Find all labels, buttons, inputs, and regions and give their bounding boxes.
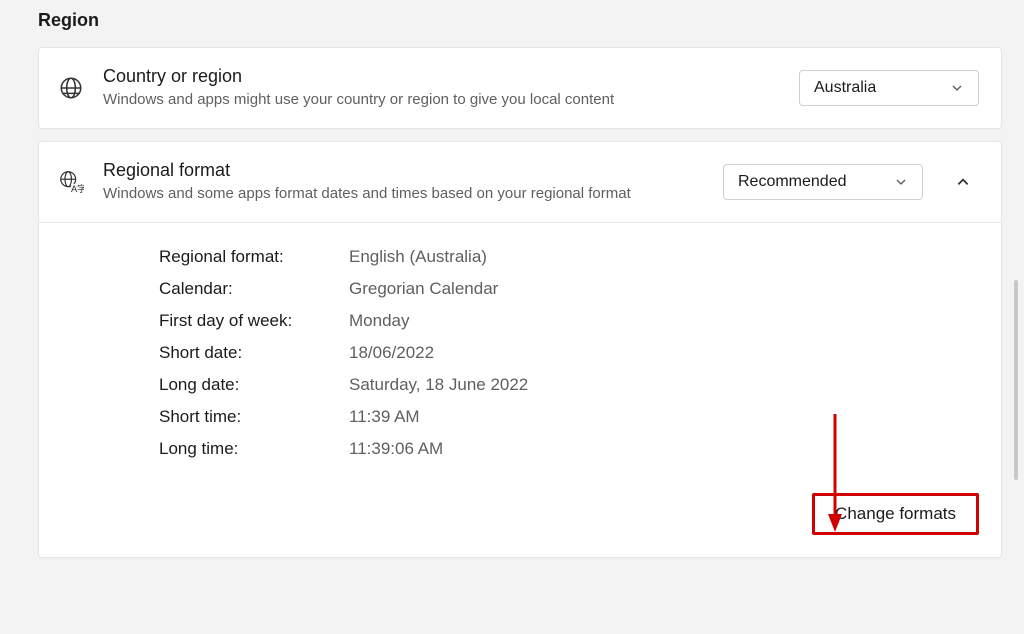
chevron-up-icon	[956, 175, 970, 189]
country-dropdown-value: Australia	[814, 79, 876, 97]
change-formats-row: Change formats	[159, 493, 979, 535]
regional-format-desc: Windows and some apps format dates and t…	[103, 183, 663, 204]
country-region-card: Country or region Windows and apps might…	[38, 47, 1002, 129]
country-dropdown[interactable]: Australia	[799, 70, 979, 106]
detail-label: Long time:	[159, 439, 349, 459]
detail-first-day: First day of week: Monday	[159, 311, 979, 331]
globe-language-icon: A字	[57, 168, 85, 196]
country-region-row: Country or region Windows and apps might…	[39, 48, 1001, 128]
detail-label: Regional format:	[159, 247, 349, 267]
detail-value: 18/06/2022	[349, 343, 434, 363]
regional-format-text: Regional format Windows and some apps fo…	[103, 160, 705, 204]
detail-value: 11:39:06 AM	[349, 439, 443, 459]
scrollbar[interactable]	[1014, 280, 1018, 480]
chevron-down-icon	[950, 81, 964, 95]
detail-value: Monday	[349, 311, 409, 331]
collapse-button[interactable]	[947, 166, 979, 198]
detail-calendar: Calendar: Gregorian Calendar	[159, 279, 979, 299]
detail-value: English (Australia)	[349, 247, 487, 267]
regional-format-dropdown[interactable]: Recommended	[723, 164, 923, 200]
detail-value: 11:39 AM	[349, 407, 420, 427]
detail-value: Saturday, 18 June 2022	[349, 375, 528, 395]
detail-label: Short time:	[159, 407, 349, 427]
globe-icon	[57, 74, 85, 102]
country-region-text: Country or region Windows and apps might…	[103, 66, 781, 110]
detail-label: Short date:	[159, 343, 349, 363]
section-title: Region	[38, 10, 1002, 31]
detail-label: Long date:	[159, 375, 349, 395]
detail-value: Gregorian Calendar	[349, 279, 498, 299]
detail-label: Calendar:	[159, 279, 349, 299]
regional-format-title: Regional format	[103, 160, 705, 181]
svg-text:A字: A字	[71, 183, 84, 194]
regional-format-row: A字 Regional format Windows and some apps…	[39, 142, 1001, 222]
country-region-desc: Windows and apps might use your country …	[103, 89, 663, 110]
detail-short-time: Short time: 11:39 AM	[159, 407, 979, 427]
chevron-down-icon	[894, 175, 908, 189]
country-region-title: Country or region	[103, 66, 781, 87]
regional-format-dropdown-value: Recommended	[738, 173, 847, 191]
detail-long-date: Long date: Saturday, 18 June 2022	[159, 375, 979, 395]
detail-regional-format: Regional format: English (Australia)	[159, 247, 979, 267]
change-formats-button[interactable]: Change formats	[812, 493, 979, 535]
regional-format-card: A字 Regional format Windows and some apps…	[38, 141, 1002, 558]
detail-short-date: Short date: 18/06/2022	[159, 343, 979, 363]
detail-long-time: Long time: 11:39:06 AM	[159, 439, 979, 459]
regional-format-details: Regional format: English (Australia) Cal…	[39, 222, 1001, 557]
detail-label: First day of week:	[159, 311, 349, 331]
